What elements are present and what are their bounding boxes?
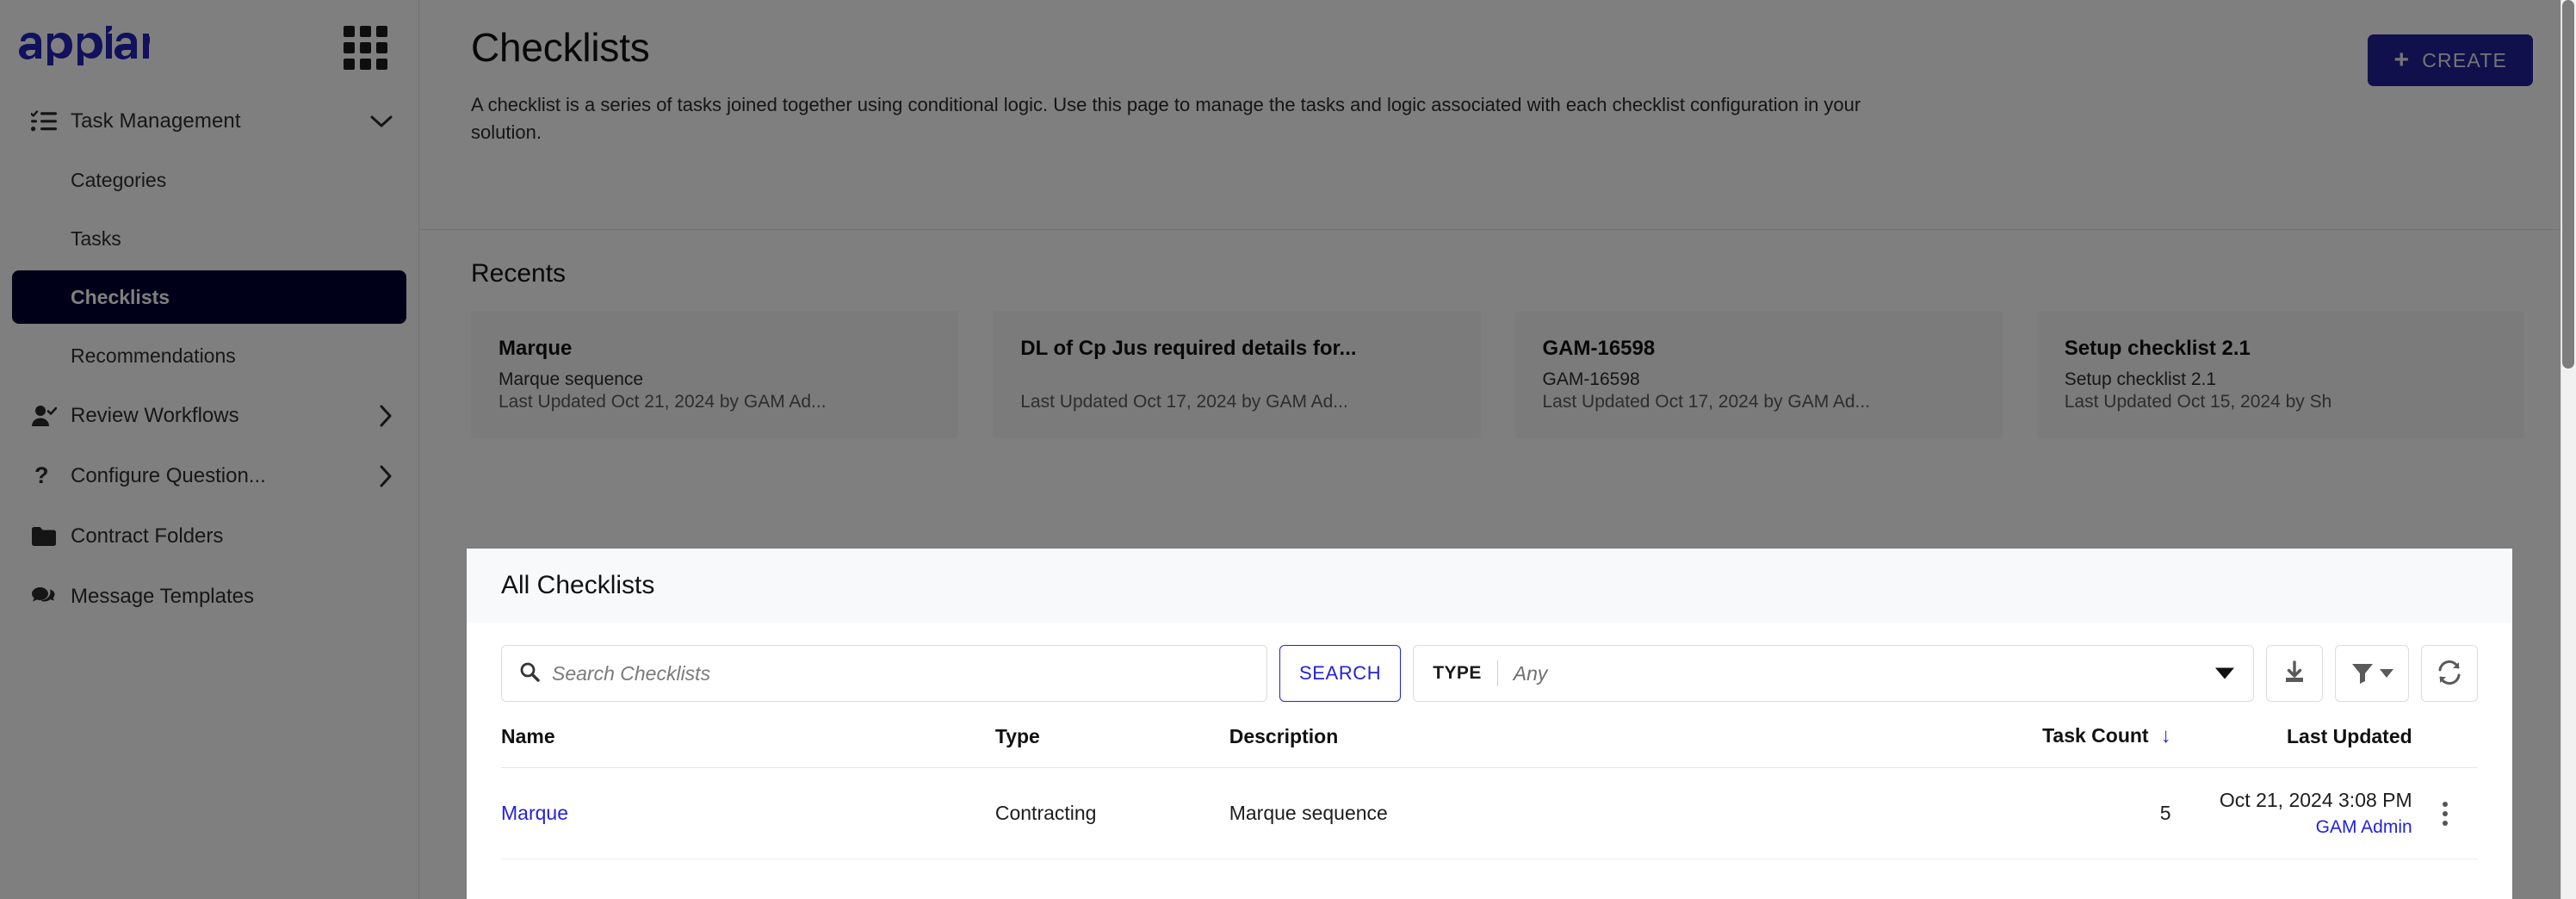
cell-actions <box>2412 767 2478 859</box>
page-scrollbar-thumb[interactable] <box>2562 0 2574 369</box>
caret-down-icon <box>2215 667 2234 679</box>
cell-name: Marque <box>501 767 995 859</box>
panel-toolbar: Search Checklists SEARCH TYPE Any <box>501 645 2478 702</box>
table-row[interactable]: Marque Contracting Marque sequence 5 Oct… <box>501 767 2478 859</box>
search-placeholder: Search Checklists <box>552 661 711 685</box>
download-button[interactable] <box>2266 645 2323 702</box>
sort-descending-icon[interactable]: ↓ <box>2161 724 2171 747</box>
cell-type: Contracting <box>994 767 1229 859</box>
panel-header: All Checklists <box>467 549 2512 623</box>
column-header-name[interactable]: Name <box>501 724 995 768</box>
cell-task-count: 5 <box>1840 767 2171 859</box>
column-header-task-count[interactable]: Task Count ↓ <box>1840 724 2171 768</box>
refresh-icon <box>2437 660 2462 688</box>
cell-description: Marque sequence <box>1229 767 1840 859</box>
filter-button[interactable] <box>2335 645 2409 702</box>
search-button[interactable]: SEARCH <box>1279 645 1402 702</box>
checklists-table: Name Type Description Task Count ↓ Last U… <box>501 724 2478 859</box>
updated-by-link[interactable]: GAM Admin <box>2171 817 2412 838</box>
type-filter-divider <box>1496 660 1498 686</box>
app-root: Task Management Categories Tasks Checkli… <box>0 0 2576 899</box>
kebab-menu-icon[interactable] <box>2412 801 2478 826</box>
column-header-task-count-label: Task Count <box>2042 724 2149 747</box>
table-body: Marque Contracting Marque sequence 5 Oct… <box>501 767 2478 859</box>
type-filter-label: TYPE <box>1433 663 1482 683</box>
panel-title: All Checklists <box>501 571 655 599</box>
caret-down-icon <box>2380 669 2393 678</box>
type-filter-dropdown[interactable]: TYPE Any <box>1413 645 2254 702</box>
table-header: Name Type Description Task Count ↓ Last U… <box>501 724 2478 768</box>
search-icon <box>519 661 540 686</box>
checklist-name-link[interactable]: Marque <box>501 802 568 824</box>
refresh-button[interactable] <box>2421 645 2478 702</box>
filter-icon <box>2350 660 2375 687</box>
download-icon <box>2282 660 2307 688</box>
column-header-type[interactable]: Type <box>994 724 1229 768</box>
column-header-last-updated[interactable]: Last Updated <box>2170 724 2412 768</box>
panel-body: Search Checklists SEARCH TYPE Any Name T… <box>467 623 2512 859</box>
column-header-actions <box>2412 724 2478 768</box>
column-header-description[interactable]: Description <box>1229 724 1840 768</box>
cell-last-updated: Oct 21, 2024 3:08 PM GAM Admin <box>2170 767 2412 859</box>
search-input[interactable]: Search Checklists <box>501 645 1267 702</box>
last-updated-timestamp: Oct 21, 2024 3:08 PM <box>2219 789 2412 811</box>
table-header-row: Name Type Description Task Count ↓ Last U… <box>501 724 2478 768</box>
type-filter-value: Any <box>1513 661 1548 685</box>
all-checklists-panel: All Checklists Search Checklists SEARCH … <box>467 549 2512 899</box>
